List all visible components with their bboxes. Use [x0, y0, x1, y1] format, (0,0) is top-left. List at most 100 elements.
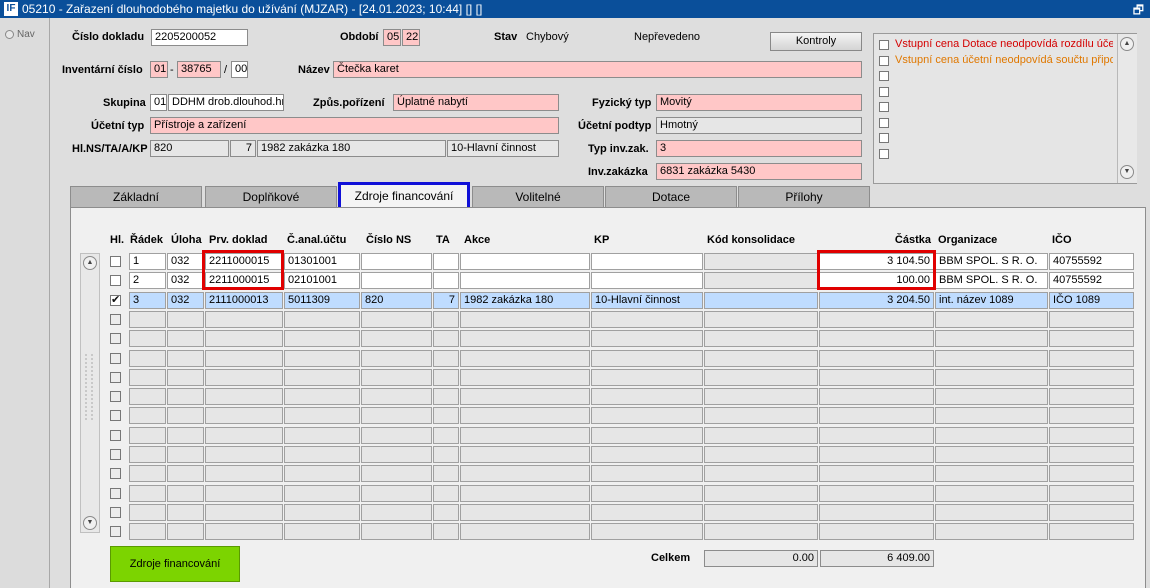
scroll-up-icon[interactable]: ▲ [1120, 37, 1134, 51]
typ-inv-zak-field[interactable]: 3 [656, 140, 862, 157]
cell-uloha[interactable] [167, 388, 204, 406]
cell-org[interactable] [935, 523, 1048, 541]
message-checkbox[interactable] [879, 117, 889, 128]
cell-prv-doklad[interactable] [205, 484, 283, 502]
cell-kp[interactable] [591, 407, 703, 425]
obdobi-month-field[interactable]: 05 [383, 29, 401, 46]
cell-kod[interactable] [704, 465, 818, 483]
cell-kp[interactable]: 10-Hlavní činnost [591, 291, 703, 309]
hl-checkbox[interactable] [110, 256, 121, 267]
cell-org[interactable] [935, 330, 1048, 348]
cell-ta[interactable] [433, 426, 459, 444]
cell-castka[interactable] [819, 349, 934, 367]
hl-checkbox[interactable] [110, 293, 121, 306]
cell-uloha[interactable] [167, 407, 204, 425]
cell-kp[interactable] [591, 465, 703, 483]
cell-org[interactable] [935, 426, 1048, 444]
cislo-dokladu-field[interactable]: 2205200052 [151, 29, 248, 46]
hl-kp-field[interactable]: 10-Hlavní činnost [447, 140, 559, 157]
cell-anal[interactable] [284, 523, 360, 541]
cell-akce[interactable] [460, 465, 590, 483]
cell-uloha[interactable] [167, 426, 204, 444]
kontroly-button[interactable]: Kontroly [770, 32, 862, 51]
cell-radek[interactable] [129, 310, 166, 328]
hl-checkbox[interactable] [110, 410, 121, 422]
hl-checkbox[interactable] [110, 429, 121, 441]
fyzicky-typ-field[interactable]: Movitý [656, 94, 862, 111]
cell-ta[interactable] [433, 310, 459, 328]
cell-ico[interactable] [1049, 330, 1134, 348]
cell-radek[interactable] [129, 349, 166, 367]
cell-prv-doklad[interactable] [205, 388, 283, 406]
cell-ns[interactable] [361, 426, 432, 444]
cell-ico[interactable]: 40755592 [1049, 253, 1134, 270]
cell-ns[interactable] [361, 503, 432, 521]
cell-uloha[interactable] [167, 523, 204, 541]
cell-castka[interactable] [819, 465, 934, 483]
message-checkbox[interactable] [879, 55, 889, 66]
cell-uloha[interactable]: 032 [167, 291, 204, 309]
cell-ico[interactable] [1049, 503, 1134, 521]
cell-anal[interactable] [284, 446, 360, 463]
message-checkbox[interactable] [879, 133, 889, 143]
cell-kod[interactable] [704, 407, 818, 425]
zpusob-porizeni-field[interactable]: Úplatné nabytí [393, 94, 559, 111]
cell-anal[interactable] [284, 330, 360, 348]
cell-radek[interactable] [129, 503, 166, 521]
cell-radek[interactable]: 1 [129, 253, 166, 270]
cell-org[interactable] [935, 465, 1048, 483]
cell-prv-doklad[interactable] [205, 349, 283, 367]
cell-ta[interactable] [433, 330, 459, 348]
cell-ta[interactable] [433, 484, 459, 502]
cell-anal[interactable] [284, 349, 360, 367]
cell-org[interactable] [935, 446, 1048, 463]
inventarni-cislo-part3[interactable]: 00 [231, 61, 248, 78]
grid-scrollbar[interactable]: ▲ ▼ [80, 253, 100, 533]
cell-castka[interactable] [819, 407, 934, 425]
cell-uloha[interactable] [167, 368, 204, 386]
cell-anal[interactable] [284, 407, 360, 425]
cell-ta[interactable] [433, 272, 459, 290]
cell-ico[interactable] [1049, 446, 1134, 463]
cell-org[interactable] [935, 503, 1048, 521]
cell-kp[interactable] [591, 368, 703, 386]
cell-kod[interactable] [704, 310, 818, 328]
cell-org[interactable] [935, 407, 1048, 425]
cell-ta[interactable] [433, 465, 459, 483]
cell-radek[interactable] [129, 484, 166, 502]
cell-prv-doklad[interactable] [205, 426, 283, 444]
cell-ico[interactable] [1049, 388, 1134, 406]
cell-ta[interactable] [433, 349, 459, 367]
cell-kod[interactable] [704, 388, 818, 406]
cell-radek[interactable]: 2 [129, 272, 166, 290]
cell-anal[interactable] [284, 465, 360, 483]
cell-prv-doklad[interactable] [205, 368, 283, 386]
cell-radek[interactable] [129, 426, 166, 444]
cell-ta[interactable]: 7 [433, 291, 459, 309]
cell-ns[interactable] [361, 310, 432, 328]
cell-ico[interactable] [1049, 465, 1134, 483]
hl-checkbox[interactable] [110, 352, 121, 364]
cell-kp[interactable] [591, 310, 703, 328]
cell-radek[interactable] [129, 446, 166, 463]
inventarni-cislo-part2[interactable]: 38765 [177, 61, 221, 78]
cell-akce[interactable] [460, 310, 590, 328]
cell-kp[interactable] [591, 388, 703, 406]
cell-akce[interactable]: 1982 zakázka 180 [460, 291, 590, 309]
cell-akce[interactable] [460, 484, 590, 502]
cell-ns[interactable] [361, 253, 432, 270]
cell-kp[interactable] [591, 330, 703, 348]
cell-ta[interactable] [433, 407, 459, 425]
grid-scroll-down-icon[interactable]: ▼ [83, 516, 97, 530]
cell-kp[interactable] [591, 272, 703, 290]
cell-akce[interactable] [460, 330, 590, 348]
cell-ico[interactable] [1049, 484, 1134, 502]
hl-ta-field[interactable]: 7 [230, 140, 256, 157]
cell-kp[interactable] [591, 349, 703, 367]
ucetni-podtyp-field[interactable]: Hmotný [656, 117, 862, 134]
message-checkbox[interactable] [879, 86, 889, 97]
cell-ico[interactable] [1049, 523, 1134, 541]
cell-ns[interactable] [361, 407, 432, 425]
cell-org[interactable]: BBM SPOL. S R. O. [935, 272, 1048, 290]
cell-kp[interactable] [591, 253, 703, 270]
